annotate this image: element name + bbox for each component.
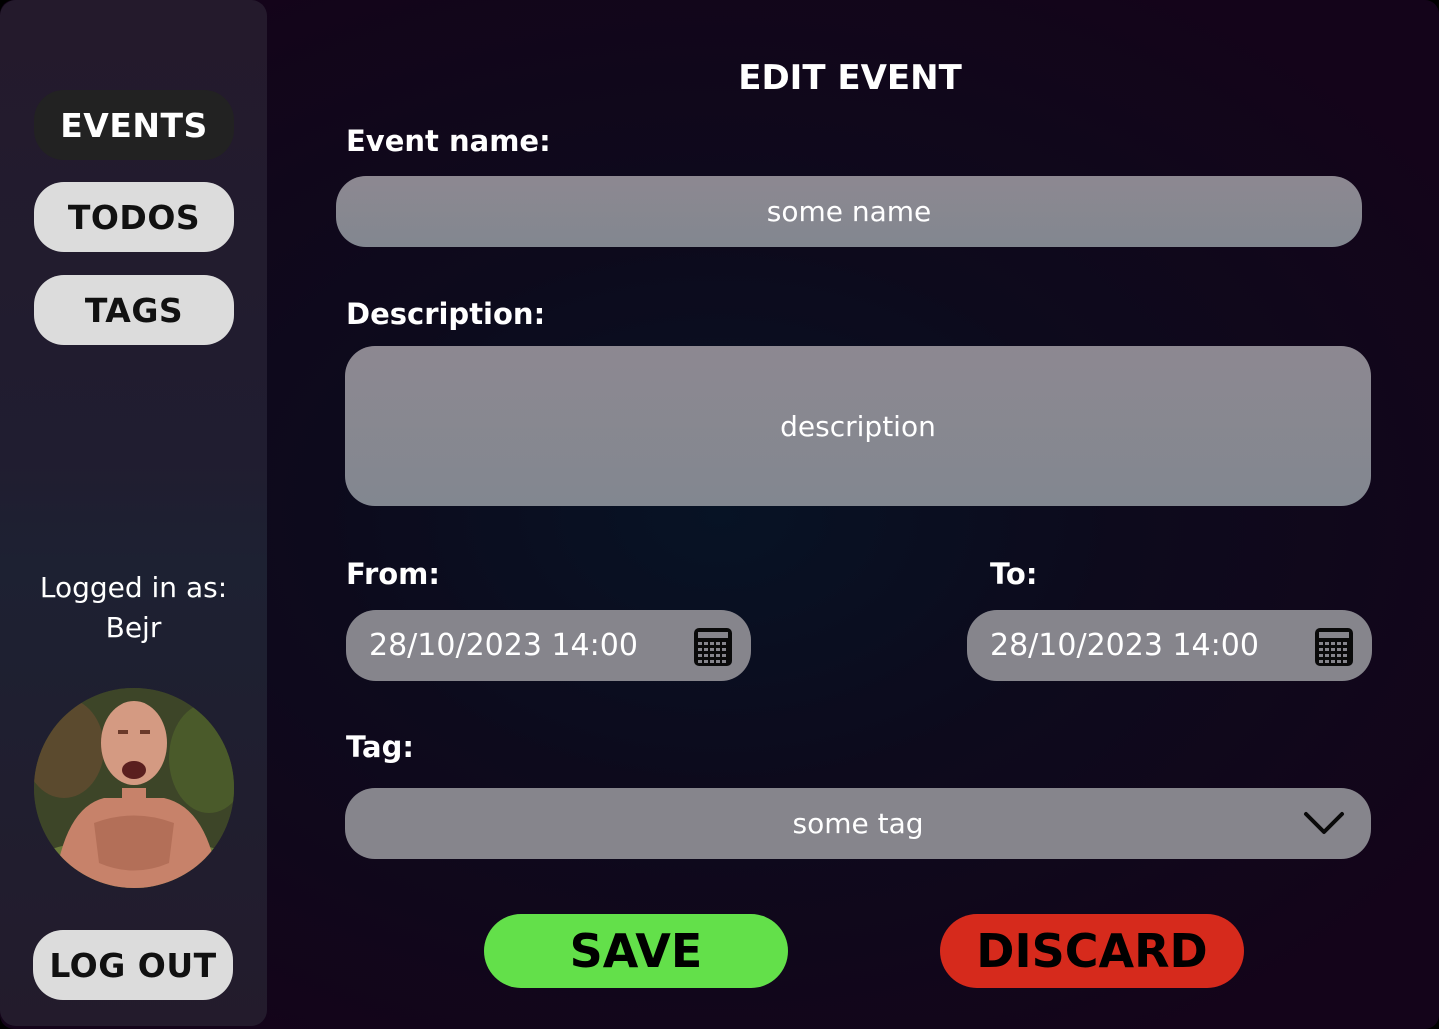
- save-button[interactable]: SAVE: [484, 914, 788, 988]
- calendar-icon[interactable]: [1314, 627, 1354, 667]
- description-value: description: [780, 409, 936, 443]
- nav-tags-button[interactable]: TAGS: [34, 275, 234, 345]
- nav-events-button[interactable]: EVENTS: [34, 90, 234, 160]
- nav-todos-button[interactable]: TODOS: [34, 182, 234, 252]
- avatar: [34, 688, 234, 888]
- description-input[interactable]: description: [345, 346, 1371, 506]
- tag-value: some tag: [792, 807, 924, 840]
- description-label: Description:: [346, 297, 546, 331]
- tag-label: Tag:: [346, 730, 414, 764]
- app-window: EVENTS TODOS TAGS Logged in as: Bejr LOG: [0, 0, 1439, 1029]
- from-date-input[interactable]: 28/10/2023 14:00: [346, 610, 751, 681]
- tag-select[interactable]: some tag: [345, 788, 1371, 859]
- logged-in-label: Logged in as:: [39, 571, 228, 604]
- username: Bejr: [105, 611, 162, 644]
- logged-in-info: Logged in as: Bejr: [0, 568, 267, 648]
- to-date-input[interactable]: 28/10/2023 14:00: [967, 610, 1372, 681]
- page-title: EDIT EVENT: [738, 58, 962, 98]
- discard-button[interactable]: DISCARD: [940, 914, 1244, 988]
- to-label: To:: [990, 557, 1038, 591]
- to-date-value: 28/10/2023 14:00: [990, 628, 1259, 663]
- sidebar: EVENTS TODOS TAGS Logged in as: Bejr LOG: [0, 0, 267, 1026]
- event-name-value: some name: [766, 195, 932, 228]
- from-label: From:: [346, 557, 440, 591]
- event-name-label: Event name:: [346, 124, 551, 158]
- chevron-down-icon[interactable]: [1303, 808, 1345, 838]
- from-date-value: 28/10/2023 14:00: [369, 628, 638, 663]
- calendar-icon[interactable]: [693, 627, 733, 667]
- avatar-photo: [34, 688, 234, 888]
- logout-button[interactable]: LOG OUT: [33, 930, 233, 1000]
- event-name-input[interactable]: some name: [336, 176, 1362, 247]
